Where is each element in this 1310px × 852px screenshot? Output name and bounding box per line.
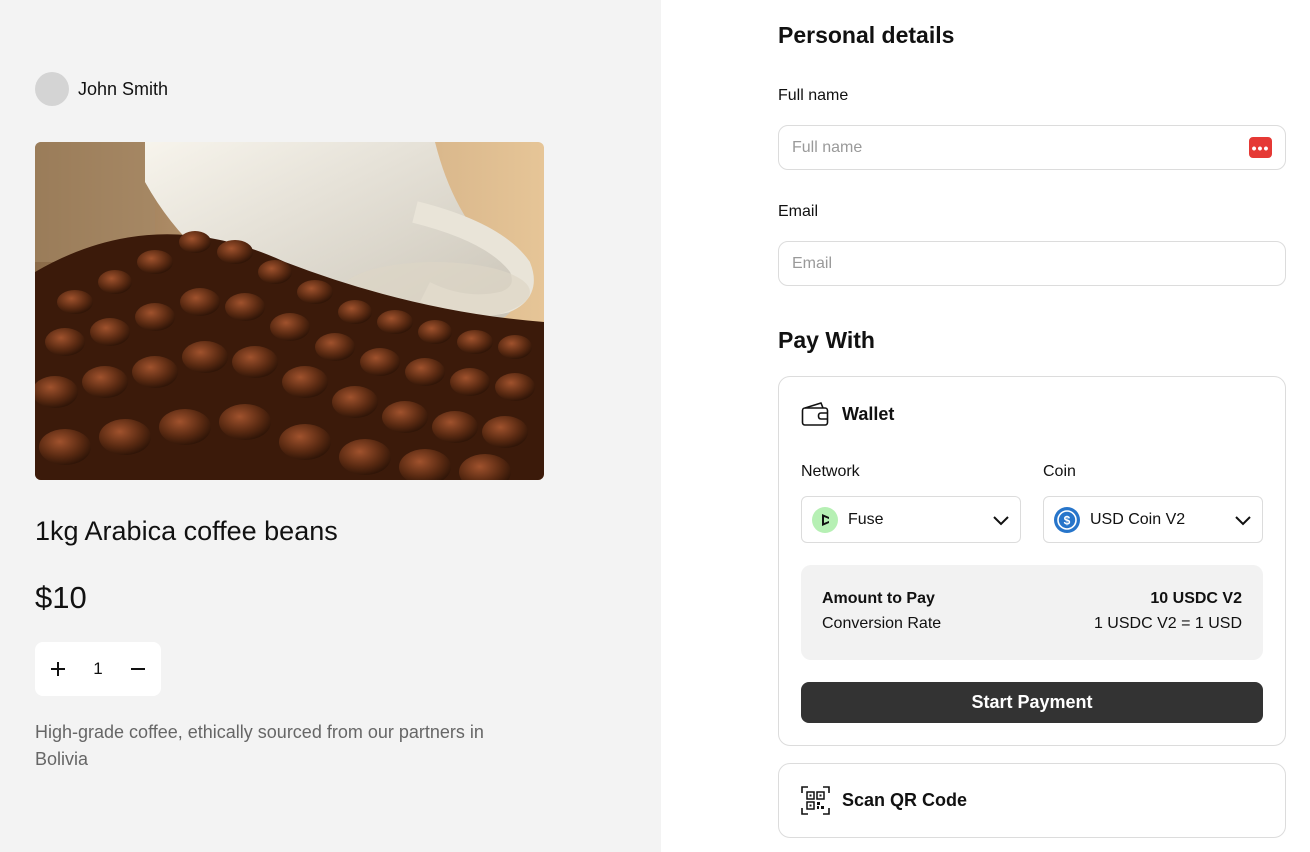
usdc-icon: $ (1054, 506, 1080, 533)
product-panel: John Smith 1kg Arabica coffee beans $10 … (0, 0, 661, 852)
network-value: Fuse (848, 510, 884, 528)
wallet-header[interactable]: Wallet (801, 401, 894, 427)
coin-select[interactable]: $ USD Coin V2 (1043, 496, 1263, 543)
payment-summary: Amount to Pay 10 USDC V2 Conversion Rate… (801, 565, 1263, 660)
product-price: $10 (35, 580, 87, 615)
qr-card[interactable]: Scan QR Code (778, 763, 1286, 838)
full-name-label: Full name (778, 87, 849, 104)
product-description: High-grade coffee, ethically sourced fro… (35, 722, 484, 769)
full-name-input[interactable] (792, 138, 1249, 157)
personal-details-heading: Personal details (778, 22, 955, 48)
amount-row: Amount to Pay 10 USDC V2 (822, 590, 1242, 608)
network-label: Network (801, 463, 860, 480)
increment-button[interactable] (47, 658, 69, 680)
chevron-down-icon (993, 515, 1009, 525)
password-manager-icon[interactable]: ••• (1249, 137, 1272, 158)
wallet-title: Wallet (842, 403, 895, 424)
quantity-stepper: 1 (35, 642, 161, 696)
start-payment-button[interactable]: Start Payment (801, 682, 1263, 723)
coin-value: USD Coin V2 (1090, 510, 1186, 528)
email-input[interactable] (792, 254, 1272, 273)
network-select[interactable]: Fuse (801, 496, 1021, 543)
svg-text:$: $ (1064, 513, 1071, 527)
qr-title: Scan QR Code (842, 790, 968, 810)
email-field (778, 241, 1286, 286)
minus-icon (131, 668, 145, 670)
rate-value: 1 USDC V2 = 1 USD (1093, 615, 1242, 632)
coin-label: Coin (1043, 463, 1076, 480)
qr-header: Scan QR Code (801, 786, 967, 815)
email-label: Email (778, 203, 819, 220)
product-image (35, 142, 544, 480)
avatar (35, 72, 69, 106)
amount-label: Amount to Pay (822, 590, 935, 607)
chevron-down-icon (1235, 515, 1251, 525)
fuse-icon (812, 506, 838, 533)
merchant-info: John Smith (35, 72, 168, 106)
wallet-card: Wallet Network Coin Fuse $ USD Coin V2 A… (778, 376, 1286, 746)
amount-value: 10 USDC V2 (1150, 590, 1242, 607)
qr-code-icon (801, 786, 830, 815)
product-title: 1kg Arabica coffee beans (35, 516, 338, 546)
merchant-name: John Smith (78, 78, 169, 99)
full-name-field: ••• (778, 125, 1286, 170)
plus-icon (51, 662, 65, 676)
rate-row: Conversion Rate 1 USDC V2 = 1 USD (822, 615, 1242, 633)
rate-label: Conversion Rate (822, 615, 942, 632)
wallet-icon (801, 402, 829, 426)
pay-with-heading: Pay With (778, 327, 875, 353)
decrement-button[interactable] (127, 658, 149, 680)
quantity-value: 1 (93, 659, 103, 678)
